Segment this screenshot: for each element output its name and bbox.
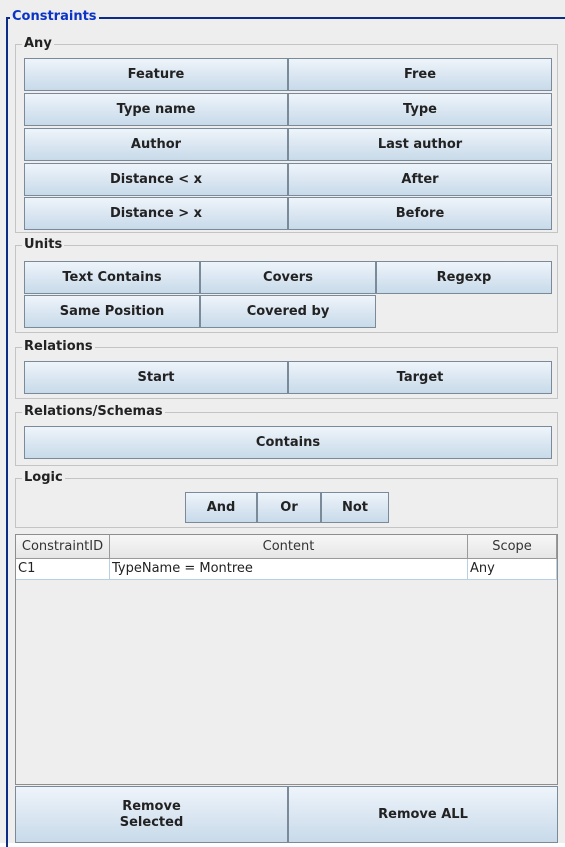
contains-button[interactable]: Contains — [24, 426, 552, 459]
target-button[interactable]: Target — [288, 361, 552, 394]
free-button[interactable]: Free — [288, 58, 552, 91]
last-author-button[interactable]: Last author — [288, 128, 552, 161]
logic-group-title: Logic — [22, 470, 65, 486]
same-position-button[interactable]: Same Position — [24, 295, 200, 328]
distance-less-button[interactable]: Distance < x — [24, 163, 288, 196]
and-button[interactable]: And — [185, 492, 257, 523]
not-button[interactable]: Not — [321, 492, 389, 523]
remove-selected-label-line1: Remove — [122, 798, 181, 814]
text-contains-button[interactable]: Text Contains — [24, 261, 200, 294]
remove-all-button[interactable]: Remove ALL — [288, 786, 558, 843]
remove-selected-label-line2: Selected — [119, 814, 184, 830]
units-group-title: Units — [22, 237, 65, 253]
type-button[interactable]: Type — [288, 93, 552, 126]
table-cell-scope[interactable]: Any — [468, 559, 557, 580]
covered-by-button[interactable]: Covered by — [200, 295, 376, 328]
column-header-content[interactable]: Content — [110, 535, 468, 559]
any-group-title: Any — [22, 36, 54, 52]
constraints-title: Constraints — [10, 9, 99, 25]
remove-selected-button[interactable]: Remove Selected — [15, 786, 288, 843]
column-header-constraintid[interactable]: ConstraintID — [16, 535, 110, 559]
table-cell-constraintid[interactable]: C1 — [16, 559, 110, 580]
relations-group-title: Relations — [22, 339, 95, 355]
distance-greater-button[interactable]: Distance > x — [24, 197, 288, 230]
start-button[interactable]: Start — [24, 361, 288, 394]
type-name-button[interactable]: Type name — [24, 93, 288, 126]
after-button[interactable]: After — [288, 163, 552, 196]
before-button[interactable]: Before — [288, 197, 552, 230]
author-button[interactable]: Author — [24, 128, 288, 161]
or-button[interactable]: Or — [257, 492, 321, 523]
feature-button[interactable]: Feature — [24, 58, 288, 91]
covers-button[interactable]: Covers — [200, 261, 376, 294]
table-cell-content[interactable]: TypeName = Montree — [110, 559, 468, 580]
regexp-button[interactable]: Regexp — [376, 261, 552, 294]
relations-schemas-group-title: Relations/Schemas — [22, 404, 165, 420]
constraints-panel: Constraints Any Feature Free Type name T… — [0, 0, 565, 847]
constraints-table[interactable]: ConstraintID Content Scope C1 TypeName =… — [15, 534, 558, 785]
column-header-scope[interactable]: Scope — [468, 535, 557, 559]
